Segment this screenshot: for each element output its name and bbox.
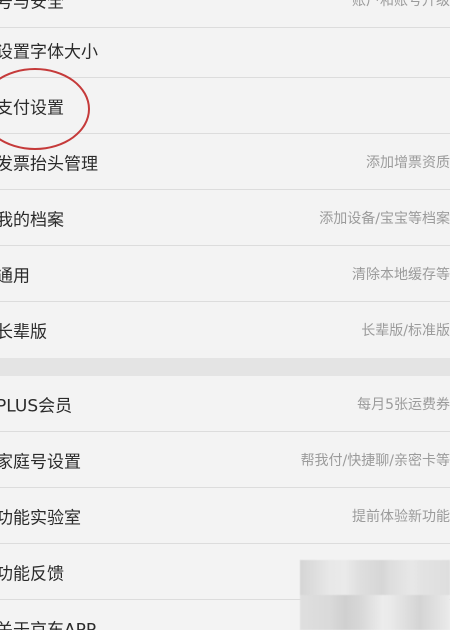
settings-item-value: 清除本地缓存等 <box>352 266 450 283</box>
settings-item-label: 家庭号设置 <box>0 452 81 472</box>
settings-item-label: 长辈版 <box>0 322 47 343</box>
settings-item-label: 功能实验室 <box>0 508 81 528</box>
settings-item-label: 设置字体大小 <box>0 42 98 62</box>
settings-item-invoice-title[interactable]: 发票抬头管理 添加增票资质 <box>0 134 450 190</box>
settings-item-value: 添加设备/宝宝等档案 <box>319 210 450 227</box>
settings-item-value: 长辈版/标准版 <box>361 323 450 339</box>
settings-item-label: 号与安全 <box>0 0 64 12</box>
settings-item-general[interactable]: 通用 清除本地缓存等 <box>0 246 450 302</box>
settings-item-label: 关于京东APP <box>0 616 96 630</box>
blurred-region <box>300 560 450 630</box>
settings-item-value: 账户和账号升级 <box>352 0 450 9</box>
settings-item-label: PLUS会员 <box>0 396 73 416</box>
settings-item-label: 功能反馈 <box>0 564 64 584</box>
settings-item-label: 通用 <box>0 266 30 286</box>
settings-page: 号与安全 账户和账号升级 设置字体大小 支付设置 发票抬头管理 添加增票资质 我… <box>0 0 450 630</box>
settings-item-label: 发票抬头管理 <box>0 154 98 174</box>
settings-item-font-size[interactable]: 设置字体大小 <box>0 22 450 78</box>
settings-item-feature-lab[interactable]: 功能实验室 提前体验新功能 <box>0 488 450 544</box>
settings-item-value: 提前体验新功能 <box>352 508 450 525</box>
settings-item-label: 我的档案 <box>0 210 64 230</box>
settings-item-family-account[interactable]: 家庭号设置 帮我付/快捷聊/亲密卡等 <box>0 432 450 488</box>
settings-item-value: 每月5张运费券 <box>357 396 450 413</box>
settings-item-value: 帮我付/快捷聊/亲密卡等 <box>300 452 450 469</box>
settings-item-value: 添加增票资质 <box>366 154 450 171</box>
settings-item-my-profile[interactable]: 我的档案 添加设备/宝宝等档案 <box>0 190 450 246</box>
settings-item-elder-mode[interactable]: 长辈版 长辈版/标准版 <box>0 302 450 358</box>
settings-item-plus-membership[interactable]: PLUS会员 每月5张运费券 <box>0 376 450 432</box>
section-divider <box>0 358 450 376</box>
